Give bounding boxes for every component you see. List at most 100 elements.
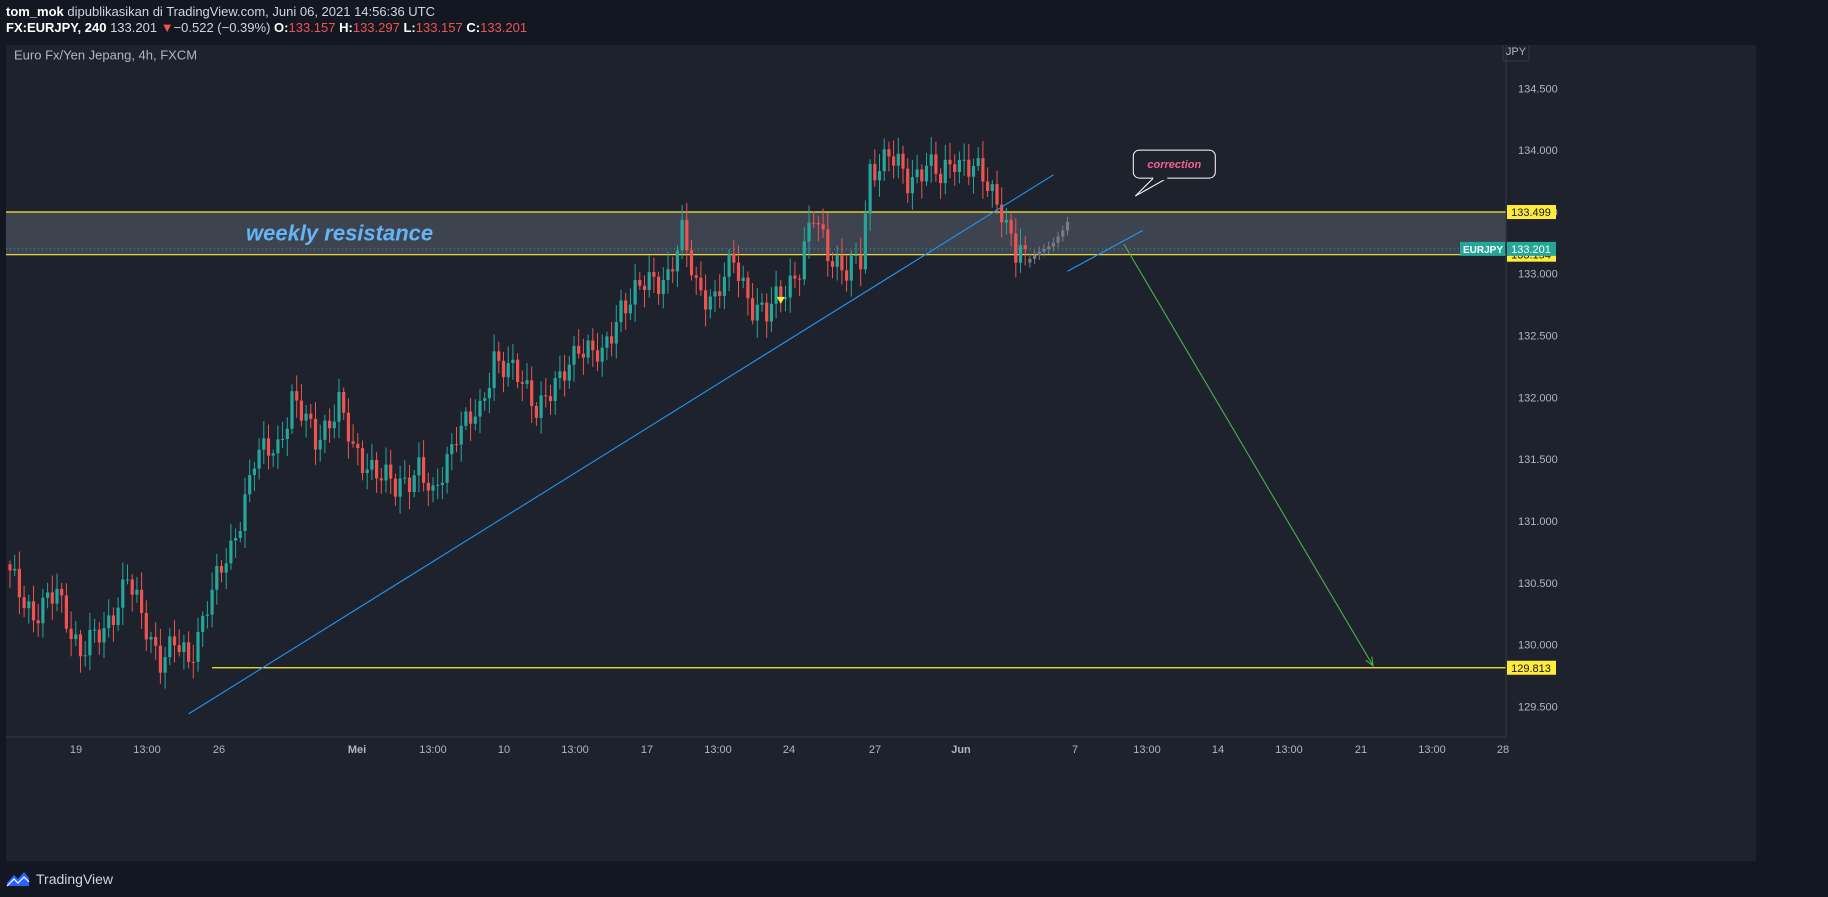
chart-frame[interactable]: weekly resistance correction 134.500 134.… bbox=[6, 42, 1756, 861]
candle-body bbox=[219, 566, 224, 573]
candle-body bbox=[229, 540, 233, 564]
candle-body bbox=[351, 441, 355, 444]
candle-body bbox=[389, 464, 393, 479]
candle-body bbox=[201, 615, 205, 632]
candle-body bbox=[783, 297, 788, 300]
resistance-zone bbox=[6, 212, 1506, 255]
candle-body bbox=[769, 303, 773, 322]
candle-body bbox=[93, 629, 97, 631]
candle-body bbox=[614, 322, 618, 344]
projection-bar bbox=[1056, 236, 1060, 243]
candle-body bbox=[501, 360, 506, 378]
close-value: 133.201 bbox=[480, 20, 528, 35]
price-tick-label: 131.500 bbox=[1518, 454, 1558, 466]
candle-body bbox=[971, 166, 976, 177]
candle-body bbox=[835, 255, 839, 267]
price-chart[interactable]: weekly resistance correction 134.500 134.… bbox=[6, 42, 1756, 861]
candle-body bbox=[732, 253, 736, 263]
publish-line: tom_mok dipublikasikan di TradingView.co… bbox=[6, 4, 527, 20]
candle-body bbox=[149, 636, 153, 640]
candle-body bbox=[849, 255, 853, 281]
candle-body bbox=[281, 439, 285, 441]
candle-body bbox=[422, 457, 426, 483]
projection-bar bbox=[1061, 230, 1065, 237]
time-tick-label: 13:00 bbox=[561, 744, 589, 756]
candle-body bbox=[995, 184, 999, 205]
candle-body bbox=[469, 411, 473, 424]
price-tick-label: 134.500 bbox=[1518, 83, 1558, 95]
projection-bar bbox=[1028, 258, 1032, 263]
candle-body bbox=[671, 269, 675, 272]
candle-body bbox=[525, 380, 529, 384]
candle-body bbox=[243, 494, 247, 531]
candle-body bbox=[36, 620, 40, 624]
open-value: 133.157 bbox=[288, 20, 336, 35]
candle-body bbox=[262, 438, 266, 450]
symbol-tag: EURJPY bbox=[1463, 245, 1503, 256]
currency-label: JPY bbox=[1506, 46, 1527, 58]
candle-body bbox=[642, 285, 647, 291]
time-tick-label: 27 bbox=[869, 744, 881, 756]
candle-body bbox=[182, 642, 186, 652]
candle-body bbox=[854, 254, 858, 256]
candle-body bbox=[8, 564, 12, 571]
level-price-tag: 133.499 bbox=[1511, 207, 1551, 219]
time-tick-label: 17 bbox=[641, 744, 653, 756]
candle-body bbox=[450, 444, 454, 455]
candle-body bbox=[727, 253, 731, 277]
candle-body bbox=[69, 628, 73, 640]
candle-body bbox=[27, 601, 31, 609]
candle-body bbox=[41, 597, 45, 624]
candle-body bbox=[356, 443, 360, 449]
candle-body bbox=[581, 353, 585, 358]
author-name[interactable]: tom_mok bbox=[6, 4, 64, 19]
candle-body bbox=[877, 171, 882, 181]
candle-body bbox=[666, 269, 670, 281]
candle-body bbox=[802, 241, 806, 280]
projection-bar bbox=[1047, 246, 1051, 249]
candle-body bbox=[271, 453, 275, 456]
candle-body bbox=[121, 579, 125, 608]
publish-header: tom_mok dipublikasikan di TradingView.co… bbox=[6, 4, 527, 36]
last-price: 133.201 bbox=[110, 20, 158, 35]
candle-body bbox=[586, 340, 590, 358]
candle-body bbox=[379, 478, 383, 481]
candle-body bbox=[417, 457, 421, 476]
projection-bar bbox=[1033, 255, 1037, 259]
candle-body bbox=[97, 629, 101, 643]
candle-body bbox=[520, 382, 524, 384]
candle-body bbox=[328, 420, 332, 429]
candle-body bbox=[755, 304, 759, 321]
candle-body bbox=[751, 298, 755, 321]
candle-body bbox=[13, 568, 17, 571]
candle-body bbox=[896, 153, 900, 166]
candle-body bbox=[633, 280, 637, 305]
time-tick-label: 13:00 bbox=[1133, 744, 1161, 756]
candle-body bbox=[140, 589, 144, 614]
candle-body bbox=[210, 589, 214, 615]
price-tick-label: 129.500 bbox=[1518, 701, 1558, 713]
candle-body bbox=[309, 413, 313, 419]
candle-body bbox=[863, 213, 867, 270]
candle-body bbox=[163, 657, 167, 673]
candle-body bbox=[248, 475, 252, 495]
candle-body bbox=[238, 530, 242, 538]
candle-body bbox=[910, 177, 914, 194]
time-tick-label: 13:00 bbox=[1418, 744, 1446, 756]
candle-body bbox=[793, 275, 797, 279]
candle-body bbox=[605, 336, 609, 348]
candle-body bbox=[346, 412, 350, 442]
candle-body bbox=[74, 634, 78, 640]
candle-body bbox=[116, 607, 120, 626]
footer-brand[interactable]: TradingView bbox=[36, 871, 113, 887]
candle-body bbox=[299, 400, 303, 421]
high-label: H: bbox=[339, 20, 353, 35]
candle-body bbox=[675, 250, 679, 272]
candle-body bbox=[765, 302, 769, 322]
low-value: 133.157 bbox=[415, 20, 463, 35]
candle-body bbox=[986, 181, 990, 191]
callout-pointer-mask bbox=[1153, 176, 1168, 181]
price-tick-label: 133.000 bbox=[1518, 269, 1558, 281]
candle-body bbox=[741, 277, 745, 281]
candle-body bbox=[788, 275, 792, 298]
